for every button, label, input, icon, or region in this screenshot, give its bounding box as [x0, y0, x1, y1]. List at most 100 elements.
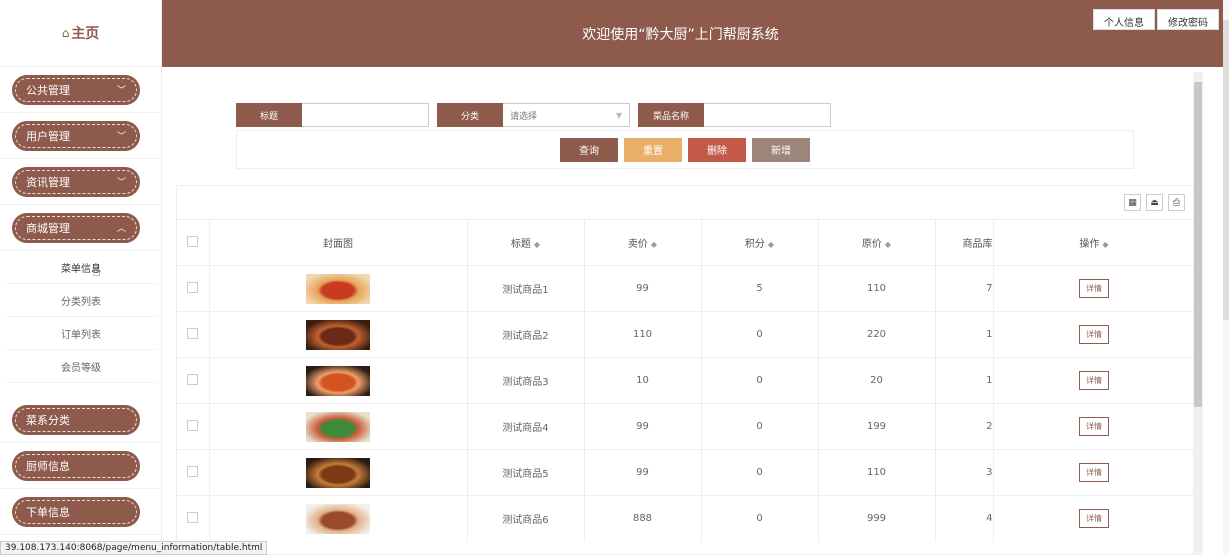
- cover-image: [209, 311, 468, 358]
- action-bar: 查询 重置 删除 新增: [236, 130, 1134, 169]
- menu-label: 厨师信息: [26, 459, 70, 473]
- category-label: 分类: [437, 103, 503, 127]
- detail-button[interactable]: 详情: [1079, 463, 1109, 482]
- cell-actions: 详情: [993, 495, 1193, 542]
- home-link[interactable]: ⌂ 主页: [0, 0, 161, 67]
- cell-actions: 详情: [993, 403, 1193, 450]
- col-title[interactable]: 标题 ◆: [467, 219, 585, 266]
- dish-name-input[interactable]: [704, 103, 831, 127]
- submenu-label: 分类列表: [61, 296, 101, 308]
- menu-public[interactable]: 公共管理 ﹀: [0, 67, 161, 113]
- export-icon[interactable]: ⏏: [1146, 194, 1163, 211]
- cell-price: 110: [584, 311, 702, 358]
- menu-label: 公共管理: [26, 83, 70, 97]
- detail-button[interactable]: 详情: [1079, 279, 1109, 298]
- row-checkbox[interactable]: [177, 449, 210, 496]
- cell-actions: 详情: [993, 357, 1193, 404]
- detail-button[interactable]: 详情: [1079, 325, 1109, 344]
- cover-image: [209, 357, 468, 404]
- menu-mall[interactable]: 商城管理 ︿: [0, 205, 161, 251]
- col-original-price[interactable]: 原价 ◆: [818, 219, 936, 266]
- cell-price: 99: [584, 449, 702, 496]
- home-title: 主页: [71, 26, 100, 42]
- title-label: 标题: [236, 103, 302, 127]
- row-checkbox[interactable]: [177, 311, 210, 358]
- submenu-label: 会员等级: [61, 362, 101, 374]
- table-row: 测试商品3 10 0 20 1 详情: [177, 357, 1193, 404]
- table-header-row: 封面图 标题 ◆ 卖价 ◆ 积分 ◆ 原价 ◆ 商品库 操作 ◆: [177, 219, 1193, 266]
- row-checkbox[interactable]: [177, 403, 210, 450]
- submenu-item-menu-info[interactable]: 菜单信息 ☝: [6, 251, 156, 284]
- cell-title: 测试商品3: [467, 357, 585, 404]
- cell-price: 99: [584, 265, 702, 312]
- detail-button[interactable]: 详情: [1079, 509, 1109, 529]
- col-stock: 商品库: [935, 219, 994, 266]
- table-scrollbar[interactable]: [1193, 72, 1203, 555]
- chevron-down-icon: ﹀: [116, 132, 126, 142]
- cover-image: [209, 449, 468, 496]
- menu-chef[interactable]: 厨师信息: [0, 443, 161, 489]
- cell-stock: 3: [935, 449, 994, 496]
- submenu-item-member-level[interactable]: 会员等级: [6, 350, 156, 383]
- menu-cuisine[interactable]: 菜系分类: [0, 397, 161, 443]
- cover-image: [209, 265, 468, 312]
- cell-title: 测试商品6: [467, 495, 585, 542]
- category-select[interactable]: 请选择 ▼: [503, 103, 630, 127]
- chevron-down-icon: ﹀: [116, 86, 126, 96]
- cell-price: 99: [584, 403, 702, 450]
- table-toolbar: ▦ ⏏ ⎙: [177, 186, 1193, 219]
- col-actions[interactable]: 操作 ◆: [993, 219, 1193, 266]
- detail-button[interactable]: 详情: [1079, 417, 1109, 436]
- cell-points: 0: [701, 311, 819, 358]
- cell-points: 0: [701, 495, 819, 542]
- cell-original-price: 110: [818, 449, 936, 496]
- sidebar: ⌂ 主页 公共管理 ﹀ 用户管理 ﹀ 资讯管理 ﹀ 商城管理 ︿ 菜单信息 ☝ …: [0, 0, 162, 555]
- submenu-item-category-list[interactable]: 分类列表: [6, 284, 156, 317]
- cell-actions: 详情: [993, 311, 1193, 358]
- menu-label: 商城管理: [26, 221, 70, 235]
- cell-title: 测试商品1: [467, 265, 585, 312]
- cell-points: 0: [701, 357, 819, 404]
- reset-button[interactable]: 重置: [624, 137, 682, 162]
- cell-original-price: 999: [818, 495, 936, 542]
- menu-table: 封面图 标题 ◆ 卖价 ◆ 积分 ◆ 原价 ◆ 商品库 操作 ◆ 测试商品1 99 5 110 7…: [177, 219, 1193, 542]
- row-checkbox[interactable]: [177, 265, 210, 312]
- add-button[interactable]: 新增: [752, 137, 810, 162]
- menu-label: 资讯管理: [26, 175, 70, 189]
- cell-title: 测试商品2: [467, 311, 585, 358]
- page-scrollbar[interactable]: [1223, 0, 1229, 555]
- print-icon[interactable]: ⎙: [1168, 194, 1185, 211]
- title-input[interactable]: [302, 103, 429, 127]
- delete-button[interactable]: 删除: [688, 137, 746, 162]
- row-checkbox[interactable]: [177, 357, 210, 404]
- query-button[interactable]: 查询: [560, 137, 618, 162]
- profile-link[interactable]: 个人信息: [1093, 9, 1155, 30]
- sort-icon: ◆: [1102, 240, 1109, 249]
- cell-original-price: 220: [818, 311, 936, 358]
- col-price[interactable]: 卖价 ◆: [584, 219, 702, 266]
- cell-stock: 4: [935, 495, 994, 542]
- cell-stock: 1: [935, 357, 994, 404]
- chevron-down-icon: ﹀: [116, 178, 126, 188]
- cell-stock: 2: [935, 403, 994, 450]
- select-all-checkbox[interactable]: [177, 219, 210, 266]
- cell-title: 测试商品5: [467, 449, 585, 496]
- col-points[interactable]: 积分 ◆: [701, 219, 819, 266]
- submenu-item-order-list[interactable]: 订单列表: [6, 317, 156, 350]
- columns-icon[interactable]: ▦: [1124, 194, 1141, 211]
- cover-image: [209, 403, 468, 450]
- cell-stock: 7: [935, 265, 994, 312]
- dish-name-field: 菜品名称: [638, 103, 831, 127]
- change-password-link[interactable]: 修改密码: [1157, 9, 1219, 30]
- cell-price: 10: [584, 357, 702, 404]
- top-header: 欢迎使用“黔大厨”上门帮厨系统 个人信息 修改密码: [162, 0, 1229, 67]
- menu-news[interactable]: 资讯管理 ﹀: [0, 159, 161, 205]
- cell-original-price: 199: [818, 403, 936, 450]
- table-row: 测试商品5 99 0 110 3 详情: [177, 449, 1193, 496]
- detail-button[interactable]: 详情: [1079, 371, 1109, 390]
- menu-orders[interactable]: 下单信息: [0, 489, 161, 535]
- table-row: 测试商品4 99 0 199 2 详情: [177, 403, 1193, 450]
- menu-users[interactable]: 用户管理 ﹀: [0, 113, 161, 159]
- cover-image: [209, 495, 468, 542]
- row-checkbox[interactable]: [177, 495, 210, 542]
